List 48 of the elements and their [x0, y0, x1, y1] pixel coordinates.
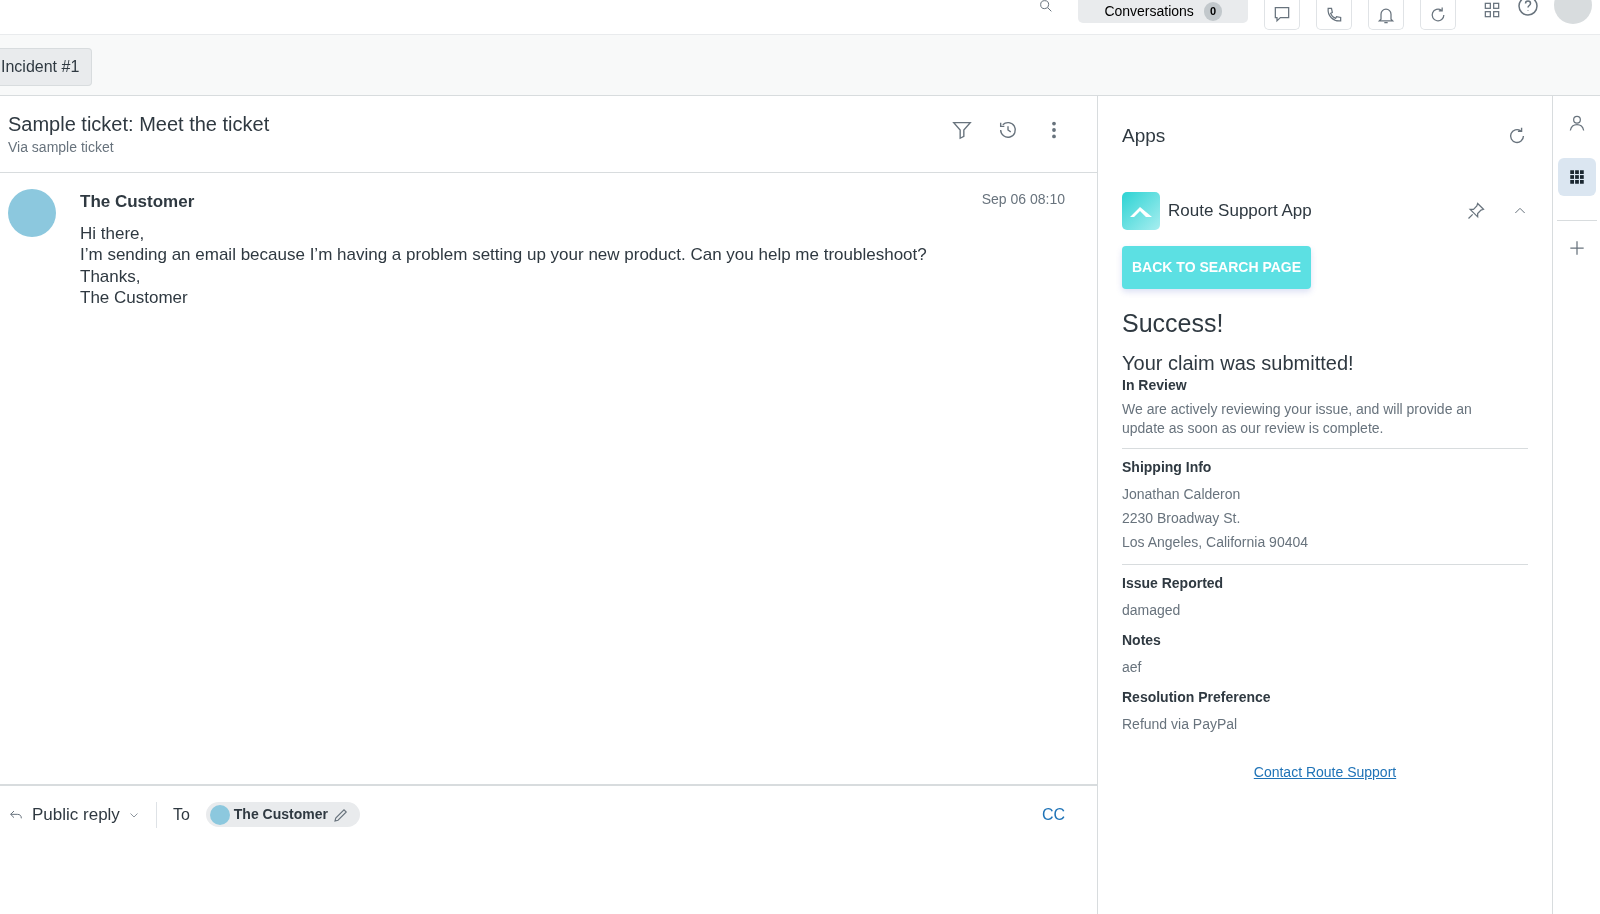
reply-mode-dropdown[interactable]: Public reply [8, 802, 157, 828]
app-logo [1122, 192, 1160, 230]
message-line: Hi there, [80, 222, 146, 244]
field-value: We are actively reviewing your issue, and will provide an update as soon as our review is complete. [1122, 399, 1473, 438]
message-line: I’m sending an email because I’m having a problem setting up your new product. Can you help me troubleshoot? [80, 244, 928, 266]
field-label: Notes [1122, 630, 1162, 650]
pin-icon[interactable] [1466, 201, 1486, 221]
cc-link[interactable]: CC [1041, 802, 1065, 827]
field-value: 2230 Broadway St. [1122, 508, 1242, 528]
history-icon[interactable] [997, 119, 1019, 141]
field-value: Los Angeles, California 90404 [1122, 532, 1310, 552]
ticket-channel: Via sample ticket [8, 138, 115, 157]
apps-grid-icon[interactable] [1482, 0, 1502, 20]
phone-button[interactable] [1316, 0, 1352, 30]
filter-icon[interactable] [951, 119, 973, 141]
chat-icon [1272, 4, 1292, 25]
field-value: Jonathan Calderon [1122, 484, 1242, 504]
message-line: The Customer [80, 287, 189, 309]
conversations-button[interactable]: Conversations 0 [1078, 0, 1248, 23]
to-label: To [172, 804, 190, 825]
panel-title: Apps [1122, 123, 1166, 148]
field-label: Issue Reported [1122, 573, 1225, 593]
rail-button[interactable] [1557, 158, 1596, 196]
field-value: damaged [1122, 600, 1182, 620]
ticket-title: Sample ticket: Meet the ticket [8, 112, 271, 137]
claim-status-heading: Your claim was submitted! [1122, 350, 1355, 375]
field-label: In Review [1122, 375, 1188, 395]
recipient-name: The Customer [233, 805, 328, 825]
refresh-button[interactable] [1420, 0, 1456, 30]
message-line: Thanks, [80, 265, 142, 287]
field-value: Refund via PayPal [1122, 714, 1239, 734]
field-label: Shipping Info [1122, 457, 1213, 477]
message-time: Sep 06 08:10 [981, 190, 1065, 209]
apps-grid-icon [1567, 168, 1586, 186]
ticket-tab[interactable]: Incident #1 [0, 48, 93, 86]
count-badge: 0 [1203, 2, 1222, 21]
contact-support-link[interactable]: Contact Route Support [1253, 763, 1397, 780]
bell-button[interactable] [1368, 0, 1404, 30]
recipient-chip[interactable]: The Customer [205, 802, 360, 828]
recipient-avatar [209, 804, 230, 825]
customer-avatar [8, 189, 56, 237]
field-label: Resolution Preference [1122, 687, 1272, 707]
success-heading: Success! [1122, 308, 1225, 339]
field-value: aef [1122, 657, 1143, 677]
app-name: Route Support App [1168, 200, 1313, 223]
help-icon[interactable] [1516, 0, 1540, 18]
chat-button[interactable] [1264, 0, 1300, 30]
message-author: The Customer [80, 191, 195, 213]
